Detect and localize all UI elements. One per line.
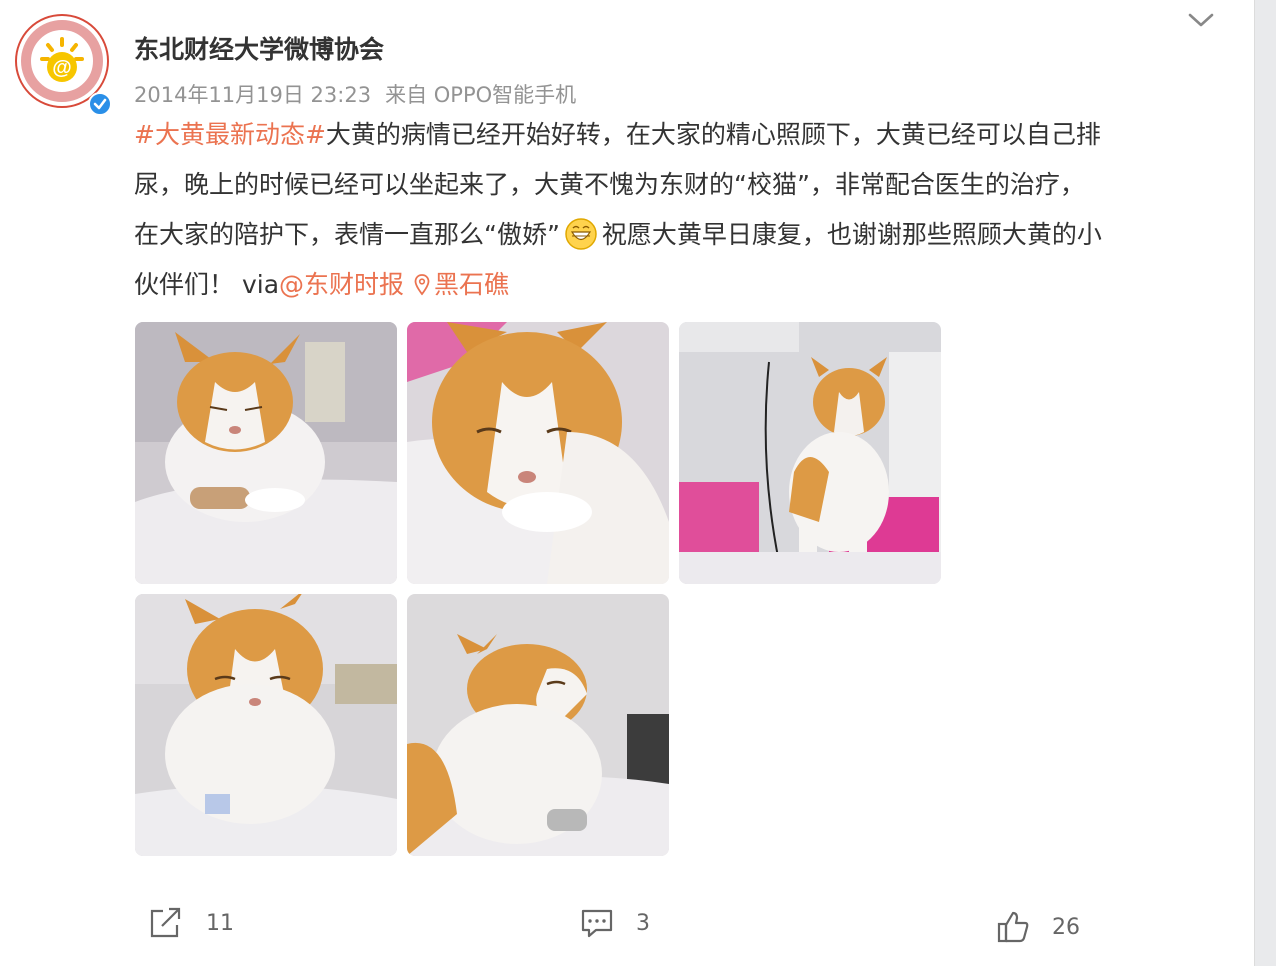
cat-photo-4[interactable] — [135, 594, 397, 856]
cat-photo-3[interactable] — [679, 322, 941, 584]
page-background — [1255, 0, 1276, 966]
post-source: 来自 OPPO智能手机 — [385, 83, 577, 107]
post-text-segment: 伙伴们！ via — [134, 270, 280, 299]
repost-button[interactable]: 11 — [148, 900, 234, 946]
location-link[interactable]: 黑石礁 — [434, 270, 509, 299]
like-button[interactable]: 26 — [996, 904, 1080, 950]
post-text-line-4: 伙伴们！ via@东财时报 黑石礁 — [134, 260, 1224, 310]
cat-photo-2[interactable] — [407, 322, 669, 584]
post-date[interactable]: 2014年11月19日 23:23 — [134, 83, 371, 107]
hashtag-link[interactable]: #大黄最新动态# — [134, 120, 326, 149]
verified-badge-icon — [88, 92, 112, 116]
post-text-line-3: 在大家的陪护下，表情一直那么“傲娇” 祝愿大黄早日康复，也谢谢那些照顾大黄的小 — [134, 210, 1224, 260]
comment-count: 3 — [636, 910, 650, 936]
post-text-line-1: #大黄最新动态#大黄的病情已经开始好转，在大家的精心照顾下，大黄已经可以自己排 — [134, 110, 1224, 160]
post-text-segment: 在大家的陪护下，表情一直那么“傲娇” — [134, 220, 560, 249]
repost-count: 11 — [206, 910, 234, 936]
grin-emoji-icon — [564, 217, 598, 251]
comment-icon — [581, 909, 613, 938]
post-text: #大黄最新动态#大黄的病情已经开始好转，在大家的精心照顾下，大黄已经可以自己排 … — [134, 110, 1224, 310]
mention-link[interactable]: @东财时报 — [279, 270, 404, 299]
post-text-segment: 祝愿大黄早日康复，也谢谢那些照顾大黄的小 — [601, 220, 1102, 249]
comment-button[interactable]: 3 — [580, 900, 650, 946]
weibo-post-card: @ 东北财经大学微博协会 2014年11月19日 23:23 来自 OPPO智能手… — [0, 0, 1255, 966]
thumbs-up-icon — [997, 911, 1029, 943]
user-name[interactable]: 东北财经大学微博协会 — [134, 30, 384, 66]
svg-text:@: @ — [52, 57, 72, 79]
cat-photo-5[interactable] — [407, 594, 669, 856]
cat-photo-1[interactable] — [135, 322, 397, 584]
like-count: 26 — [1052, 914, 1080, 940]
post-text-line-2: 尿，晚上的时候已经可以坐起来了，大黄不愧为东财的“校猫”，非常配合医生的治疗， — [134, 170, 1085, 199]
post-meta: 2014年11月19日 23:23 来自 OPPO智能手机 — [134, 79, 576, 109]
chevron-down-icon[interactable] — [1186, 9, 1216, 31]
repost-icon — [150, 907, 181, 938]
location-pin-icon — [414, 263, 430, 296]
post-text-segment: 大黄的病情已经开始好转，在大家的精心照顾下，大黄已经可以自己排 — [325, 120, 1101, 149]
